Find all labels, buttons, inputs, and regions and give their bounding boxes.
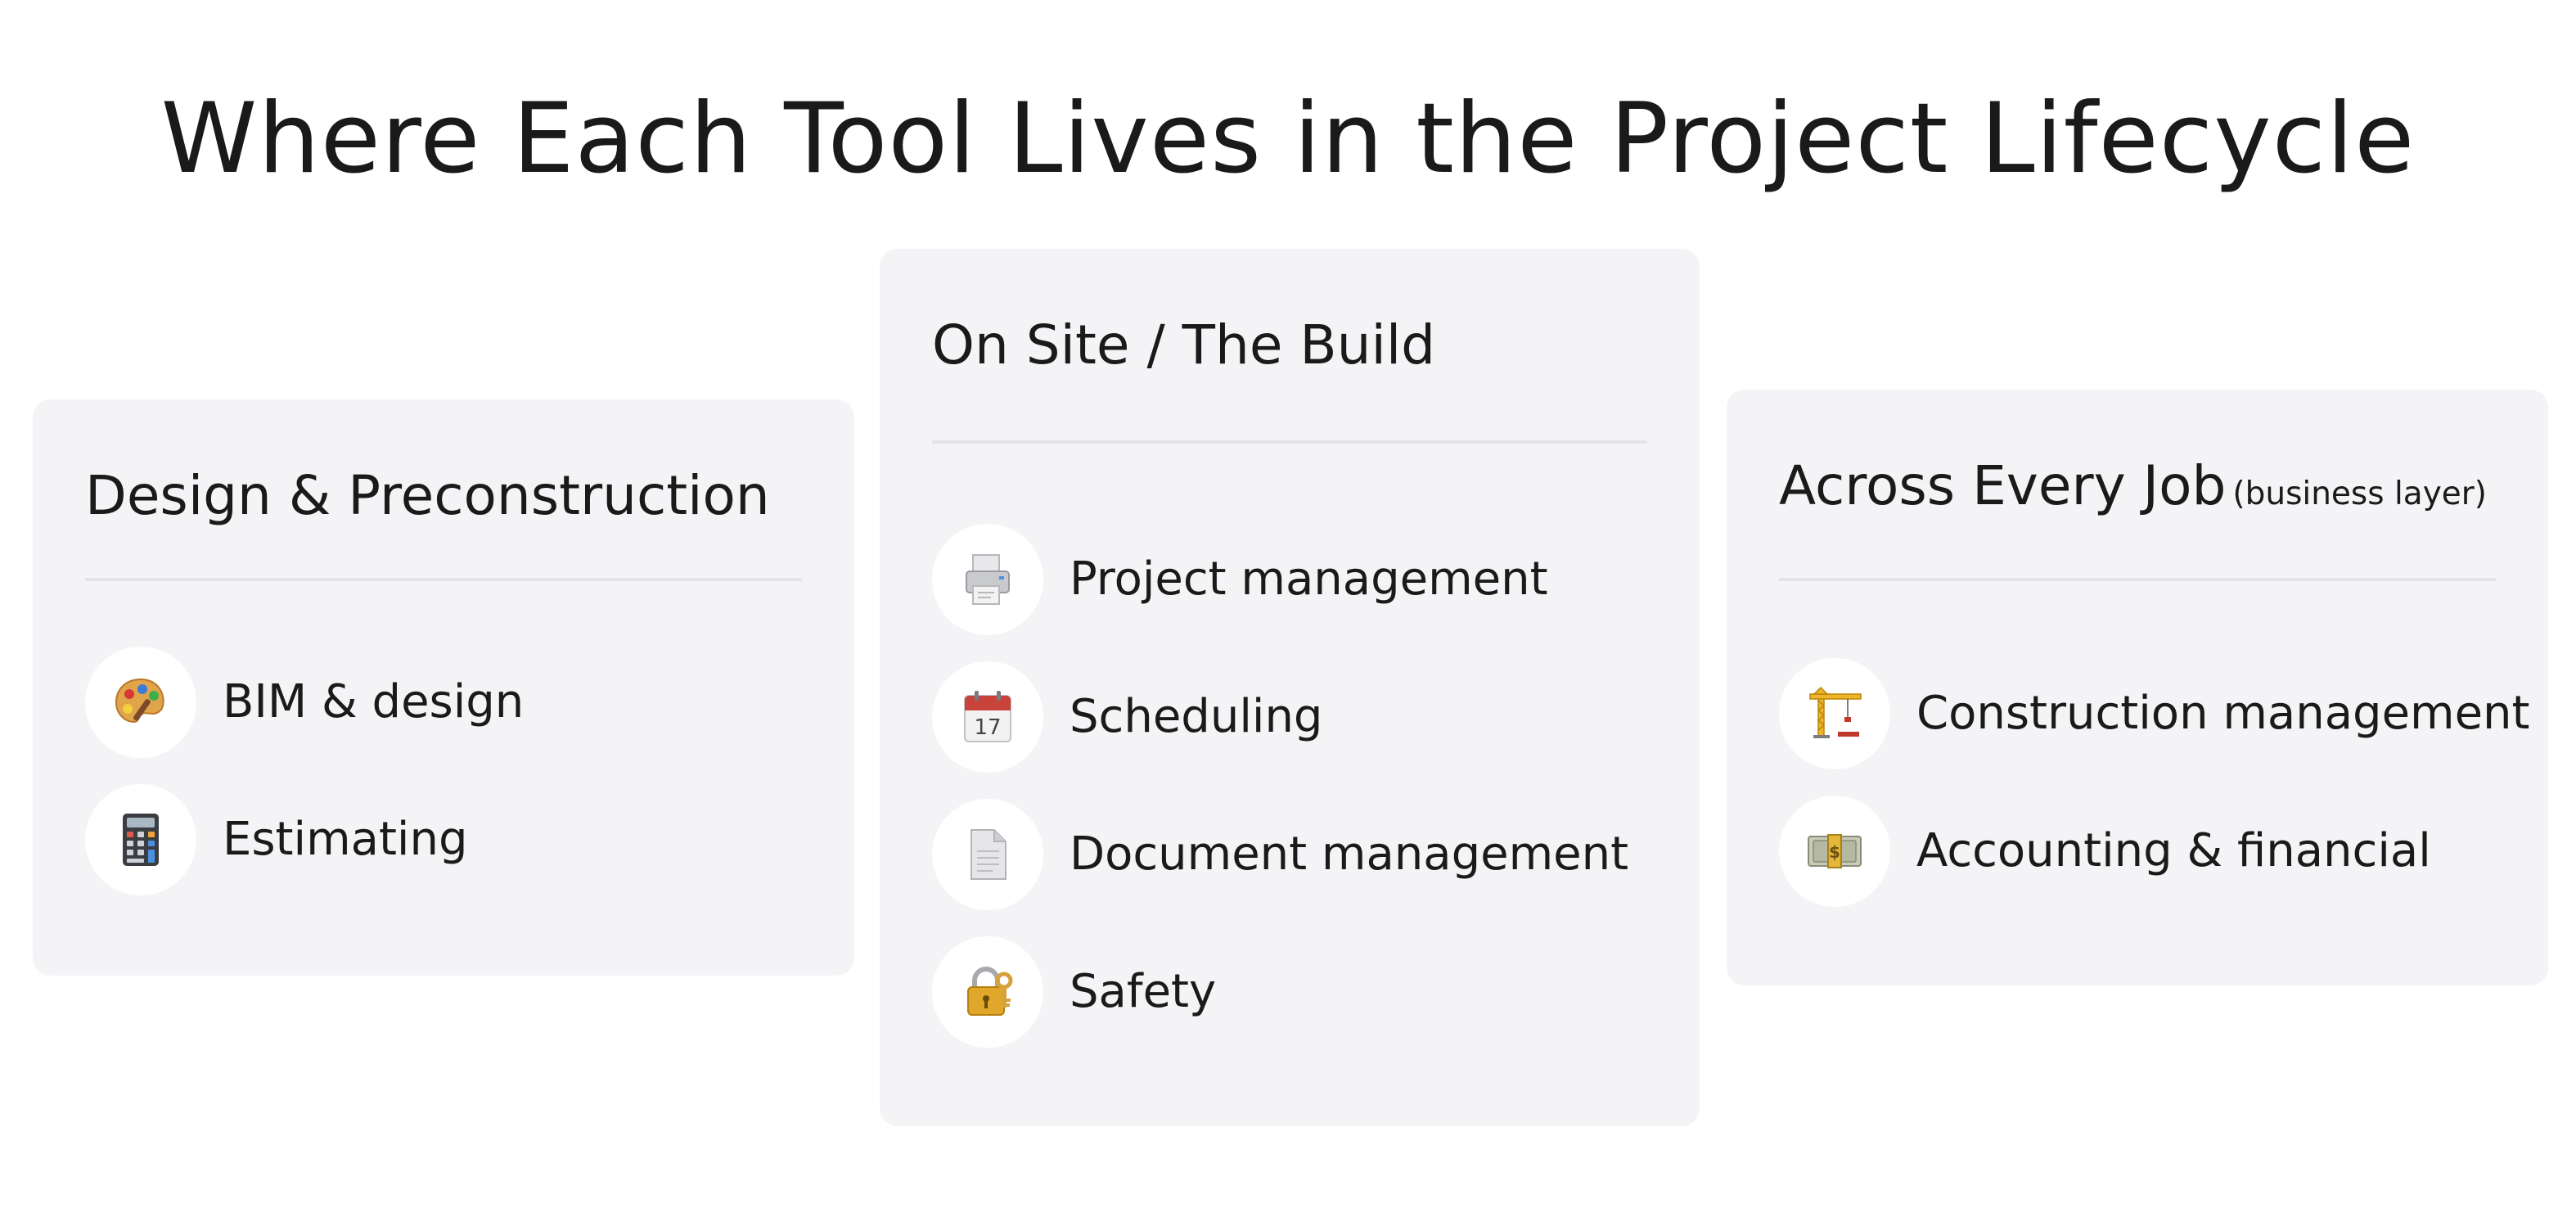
item-label: Construction management (1916, 687, 2530, 740)
across-every-job-card: Across Every Job (business layer) Constru… (1727, 390, 2548, 985)
card-divider (932, 440, 1647, 444)
card-divider (1779, 578, 2496, 581)
list-item-estimating: Estimating (85, 784, 468, 895)
design-preconstruction-card: Design & Preconstruction BIM & design Es… (33, 399, 854, 976)
list-item-accounting-financial: $ Accounting & financial (1779, 796, 2431, 907)
card-title-text: Design & Preconstruction (85, 464, 770, 527)
item-label: Accounting & financial (1916, 824, 2431, 877)
lock-with-key-icon (932, 936, 1043, 1048)
item-label: Document management (1070, 827, 1629, 881)
printer-icon (932, 524, 1043, 635)
page-title: Where Each Tool Lives in the Project Lif… (160, 83, 2416, 196)
money-bundle-icon: $ (1779, 796, 1890, 907)
card-divider (85, 578, 802, 581)
card-subtitle: (business layer) (2232, 476, 2488, 512)
construction-crane-icon (1779, 658, 1890, 769)
svg-text:17: 17 (974, 715, 1001, 740)
on-site-build-card: On Site / The Build Project management 1… (880, 249, 1700, 1126)
document-icon (932, 799, 1043, 910)
card-title-text: Across Every Job (1779, 454, 2227, 517)
item-label: Scheduling (1070, 690, 1323, 743)
list-item-document-management: Document management (932, 799, 1628, 910)
list-item-safety: Safety (932, 936, 1216, 1048)
svg-text:$: $ (1829, 842, 1840, 862)
list-item-bim-design: BIM & design (85, 647, 524, 758)
list-item-construction-management: Construction management (1779, 658, 2530, 769)
calculator-icon (85, 784, 196, 895)
calendar-icon: 17 (932, 661, 1043, 773)
item-label: Estimating (223, 813, 468, 866)
card-title: Design & Preconstruction (85, 463, 770, 529)
list-item-scheduling: 17 Scheduling (932, 661, 1322, 773)
list-item-project-management: Project management (932, 524, 1548, 635)
artist-palette-icon (85, 647, 196, 758)
item-label: Project management (1070, 552, 1548, 606)
card-title: On Site / The Build (932, 313, 1435, 378)
item-label: BIM & design (223, 675, 525, 728)
card-title-text: On Site / The Build (932, 313, 1436, 377)
card-title: Across Every Job (business layer) (1779, 453, 2487, 527)
item-label: Safety (1070, 965, 1217, 1018)
